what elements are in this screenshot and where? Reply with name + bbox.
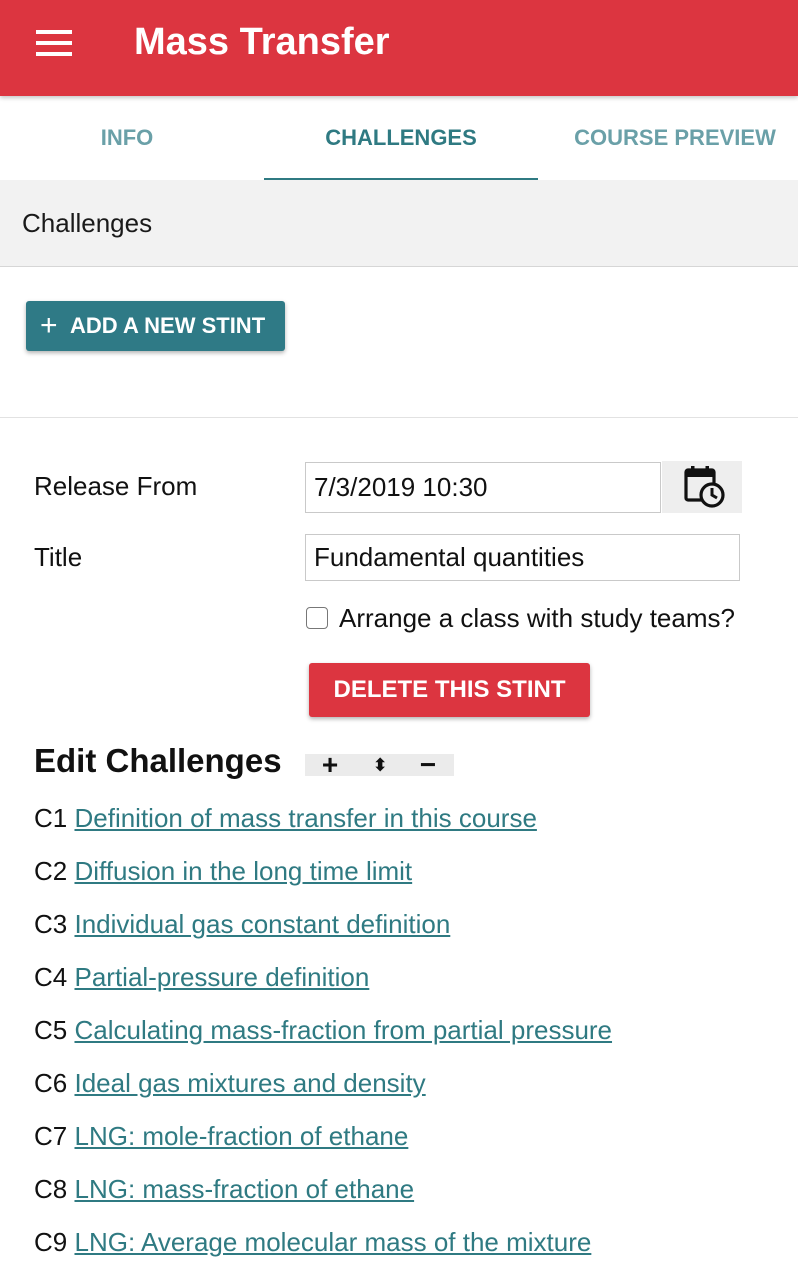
- challenge-item: C1 Definition of mass transfer in this c…: [34, 800, 537, 836]
- title-label: Title: [34, 542, 83, 572]
- app-title: Mass Transfer: [134, 21, 390, 63]
- challenge-link[interactable]: Diffusion in the long time limit: [74, 856, 412, 886]
- challenge-link[interactable]: Definition of mass transfer in this cour…: [74, 803, 536, 833]
- section-header: Challenges: [0, 180, 798, 267]
- challenge-code: C4: [34, 962, 68, 992]
- challenge-link[interactable]: Calculating mass-fraction from partial p…: [74, 1015, 612, 1045]
- challenge-link[interactable]: LNG: mass-fraction of ethane: [74, 1174, 414, 1204]
- challenge-item: C8 LNG: mass-fraction of ethane: [34, 1171, 414, 1207]
- hamburger-menu-icon[interactable]: [36, 30, 72, 56]
- challenge-code: C8: [34, 1174, 68, 1204]
- datetime-picker-button[interactable]: [662, 461, 742, 513]
- challenge-code: C2: [34, 856, 68, 886]
- section-title: Challenges: [22, 208, 153, 238]
- delete-stint-button[interactable]: DELETE THIS STINT: [309, 663, 590, 717]
- add-new-stint-button[interactable]: + ADD A NEW STINT: [26, 301, 285, 351]
- study-teams-checkbox[interactable]: [306, 607, 328, 629]
- calendar-clock-icon: [684, 466, 725, 508]
- challenge-item: C3 Individual gas constant definition: [34, 906, 450, 942]
- challenge-item: C2 Diffusion in the long time limit: [34, 853, 412, 889]
- challenge-item: C4 Partial-pressure definition: [34, 959, 369, 995]
- challenge-code: C9: [34, 1227, 68, 1257]
- challenge-code: C5: [34, 1015, 68, 1045]
- challenge-item: C9 LNG: Average molecular mass of the mi…: [34, 1224, 591, 1260]
- tab-course-preview[interactable]: COURSE PREVIEW: [548, 96, 798, 180]
- app-bar: Mass Transfer: [0, 0, 798, 96]
- challenge-item: C6 Ideal gas mixtures and density: [34, 1065, 426, 1101]
- release-from-input[interactable]: [305, 462, 661, 513]
- study-teams-label: Arrange a class with study teams?: [339, 603, 735, 633]
- divider: [0, 417, 798, 418]
- challenge-code: C1: [34, 803, 68, 833]
- tab-bar: INFO CHALLENGES COURSE PREVIEW: [0, 96, 798, 181]
- challenge-code: C6: [34, 1068, 68, 1098]
- challenge-link[interactable]: Partial-pressure definition: [74, 962, 369, 992]
- reorder-sort-icon[interactable]: ⬍: [365, 754, 395, 776]
- challenge-link[interactable]: Individual gas constant definition: [74, 909, 450, 939]
- remove-challenge-minus-icon[interactable]: −: [413, 751, 443, 779]
- challenge-item: C7 LNG: mole-fraction of ethane: [34, 1118, 408, 1154]
- plus-icon: +: [40, 309, 58, 342]
- tab-challenges[interactable]: CHALLENGES: [264, 96, 538, 180]
- challenge-code: C7: [34, 1121, 68, 1151]
- edit-challenges-heading: Edit Challenges: [34, 742, 282, 779]
- challenge-link[interactable]: LNG: Average molecular mass of the mixtu…: [74, 1227, 591, 1257]
- add-new-stint-label: ADD A NEW STINT: [70, 313, 266, 338]
- challenge-link[interactable]: LNG: mole-fraction of ethane: [74, 1121, 408, 1151]
- tab-info[interactable]: INFO: [0, 96, 254, 180]
- challenge-code: C3: [34, 909, 68, 939]
- title-input[interactable]: [305, 534, 740, 581]
- add-challenge-plus-icon[interactable]: +: [315, 751, 345, 779]
- release-from-label: Release From: [34, 471, 198, 501]
- challenge-link[interactable]: Ideal gas mixtures and density: [74, 1068, 425, 1098]
- challenge-tools: + ⬍ −: [305, 751, 454, 779]
- challenge-item: C5 Calculating mass-fraction from partia…: [34, 1012, 612, 1048]
